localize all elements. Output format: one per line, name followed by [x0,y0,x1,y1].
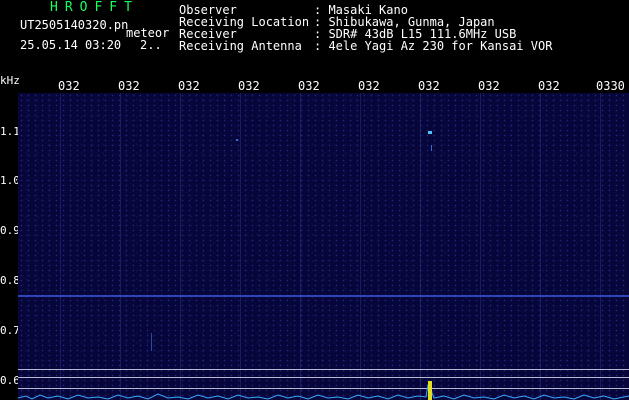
time-tick: 0330 [596,79,625,93]
signal-peak [428,381,432,400]
spectrogram [18,93,629,400]
signal-overlay [18,131,629,400]
freq-tick: 0.8 [0,274,20,287]
time-tick: 032 [58,79,80,93]
file-name: UT2505140320.pn [20,18,129,32]
time-tick: 032 [178,79,200,93]
freq-tick: 1.0 [0,174,20,187]
meteor-echo [236,139,238,141]
meteor-echo [431,145,432,151]
freq-tick: 0.9 [0,224,20,237]
time-tick: 032 [418,79,440,93]
time-tick: 032 [118,79,140,93]
speed-label: 2.. [140,38,162,52]
time-tick: 032 [238,79,260,93]
frequency-unit-label: kHz [0,74,20,87]
antenna-row: Receiving Antenna : 4ele Yagi Az 230 for… [179,40,552,52]
time-tick: 032 [358,79,380,93]
spectrum-trace [18,380,629,400]
time-tick: 032 [478,79,500,93]
station-info: Observer : Masaki Kano Receiving Locatio… [179,4,552,52]
time-tick: 032 [538,79,560,93]
freq-tick: 1.1 [0,125,20,138]
time-tick: 032 [298,79,320,93]
meteor-echo [428,131,432,134]
app-brand: HROFFT [50,0,139,15]
noise-streak [151,333,152,351]
date-time: 25.05.14 03:20 [20,38,122,52]
freq-tick: 0.6 [0,374,20,387]
freq-tick: 0.7 [0,324,20,337]
field-value: : 4ele Yagi Az 230 for Kansai VOR [314,39,553,53]
field-key: Receiving Antenna [179,39,302,53]
